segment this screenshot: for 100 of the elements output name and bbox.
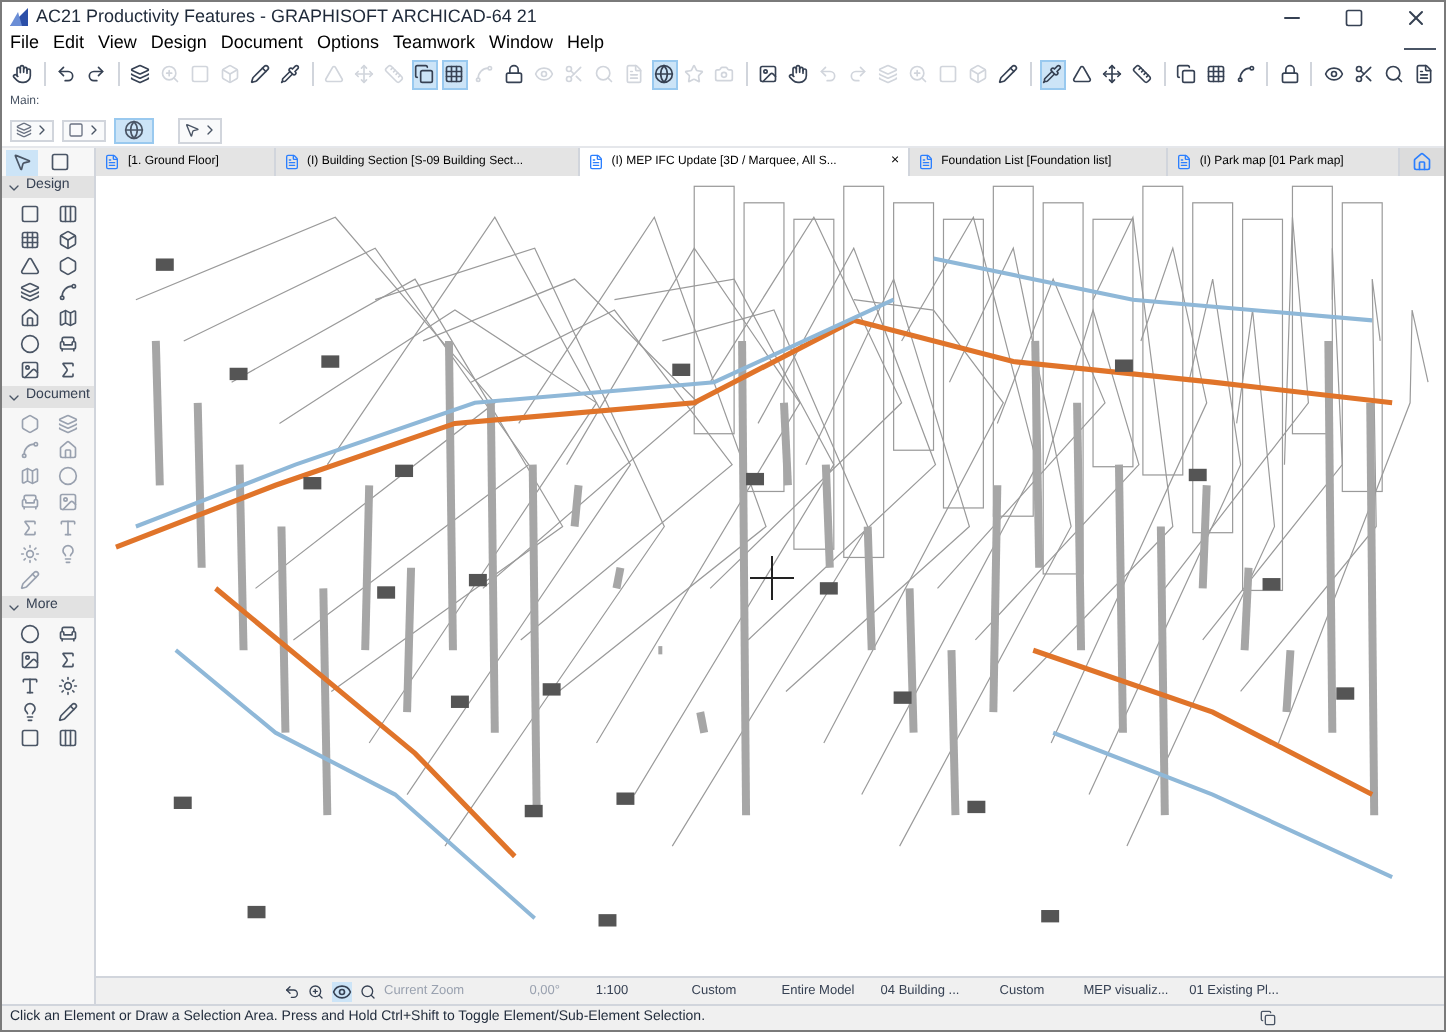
windows-icon[interactable] xyxy=(1260,1010,1276,1026)
layer-button[interactable] xyxy=(10,119,54,141)
tool-icon xyxy=(384,64,405,84)
tool-icon xyxy=(1206,64,1226,84)
tool-icon xyxy=(86,64,107,84)
tool-icon xyxy=(19,204,39,224)
tool-icon xyxy=(19,282,39,302)
toolbar-button[interactable] xyxy=(411,59,438,89)
tool-icon xyxy=(19,230,39,250)
toolbar-button[interactable] xyxy=(1173,59,1200,89)
toolbar-button[interactable] xyxy=(1099,59,1126,89)
toolbar-button[interactable] xyxy=(995,59,1022,89)
tool-icon xyxy=(1353,64,1374,84)
menu-item[interactable]: Document xyxy=(220,30,303,58)
tool-icon xyxy=(1323,64,1344,84)
maximize-icon[interactable] xyxy=(1344,7,1364,27)
toolbar-button[interactable] xyxy=(10,59,36,89)
tool-icon xyxy=(594,64,615,84)
zoom-in-icon[interactable] xyxy=(308,983,324,999)
layers-icon xyxy=(15,122,31,138)
square-icon xyxy=(50,152,70,172)
undo-zoom-icon[interactable] xyxy=(284,983,300,999)
tool-icon xyxy=(1413,64,1434,84)
menu-item[interactable]: File xyxy=(10,30,40,58)
tool-icon xyxy=(1042,64,1063,84)
arrow-tool-button[interactable] xyxy=(178,117,222,143)
tool-icon xyxy=(714,64,735,84)
close-icon[interactable] xyxy=(1404,5,1428,29)
toolbar-button[interactable] xyxy=(441,59,468,89)
menu-item[interactable]: Design xyxy=(150,30,207,58)
tool-icon xyxy=(57,702,77,722)
tool-icon xyxy=(1383,64,1404,84)
tool-icon xyxy=(57,492,77,512)
tool-icon xyxy=(57,204,77,224)
tool-icon xyxy=(57,624,77,644)
menu-item[interactable]: Teamwork xyxy=(392,30,475,58)
tool-icon xyxy=(848,64,869,84)
tool-icon xyxy=(57,282,77,302)
toolbar-button[interactable] xyxy=(501,59,528,89)
window-title: AC21 Productivity Features - GRAPHISOFT ARCHICAD-64 21 xyxy=(36,3,537,30)
tool-icon xyxy=(57,440,77,460)
toolbar-button[interactable] xyxy=(651,59,678,89)
menu-item[interactable]: Help xyxy=(567,30,605,58)
tool-icon xyxy=(57,544,77,564)
document-icon xyxy=(283,154,300,170)
orbit-button[interactable] xyxy=(114,117,154,143)
tool-icon xyxy=(1072,64,1093,84)
menu-item[interactable]: View xyxy=(98,30,137,58)
tool-icon xyxy=(19,308,39,328)
tool-icon xyxy=(19,256,39,276)
toolbar-button[interactable] xyxy=(785,59,812,89)
tool-icon xyxy=(968,64,989,84)
tool-icon xyxy=(624,64,645,84)
toolbar-button[interactable] xyxy=(1129,59,1156,89)
tool-icon xyxy=(684,64,705,84)
tool-icon xyxy=(908,64,929,84)
tool-icon xyxy=(758,64,779,84)
tool-icon xyxy=(57,414,77,434)
tool-icon xyxy=(1102,64,1123,84)
tool-icon xyxy=(57,334,77,354)
tool-icon xyxy=(788,64,809,84)
tool-icon xyxy=(19,414,39,434)
tool-icon xyxy=(57,728,77,748)
tool-icon xyxy=(1176,64,1197,84)
tool-icon xyxy=(1132,64,1153,84)
toolbar-button[interactable] xyxy=(1039,59,1066,89)
tool-icon xyxy=(57,676,77,696)
tool-icon xyxy=(474,64,495,84)
toolbar-button[interactable] xyxy=(127,59,154,89)
tool-icon xyxy=(878,64,899,84)
tool-icon xyxy=(160,64,181,84)
tool-icon xyxy=(57,466,77,486)
tool-icon xyxy=(130,64,151,84)
tool-icon xyxy=(19,544,39,564)
menu-item[interactable]: Window xyxy=(488,30,553,58)
tool-icon xyxy=(818,64,839,84)
tool-icon xyxy=(190,64,211,84)
document-icon xyxy=(1175,154,1192,170)
app-logo-icon xyxy=(10,8,28,26)
tool-icon xyxy=(1279,64,1300,84)
menu-item[interactable]: Edit xyxy=(53,30,85,58)
arrow-pointer-icon xyxy=(12,152,32,172)
tool-icon xyxy=(414,64,435,84)
crosshair-cursor-icon xyxy=(750,556,794,600)
menu-item[interactable]: Options xyxy=(316,30,379,58)
toolbar-button[interactable] xyxy=(1276,59,1303,89)
arrow-tool-button[interactable] xyxy=(6,149,38,175)
square-icon xyxy=(67,122,83,138)
tool-icon xyxy=(444,64,465,84)
marquee-tool-button[interactable] xyxy=(46,150,74,174)
tool-icon xyxy=(19,518,39,538)
tool-icon xyxy=(56,64,77,84)
toolbar-button[interactable] xyxy=(247,59,274,89)
fit-zoom-icon[interactable] xyxy=(360,983,376,999)
tool-icon xyxy=(57,230,77,250)
tool-icon xyxy=(19,440,39,460)
tool-icon xyxy=(654,64,675,84)
tool-icon xyxy=(19,570,39,590)
tool-icon xyxy=(57,308,77,328)
tool-icon xyxy=(19,360,39,380)
